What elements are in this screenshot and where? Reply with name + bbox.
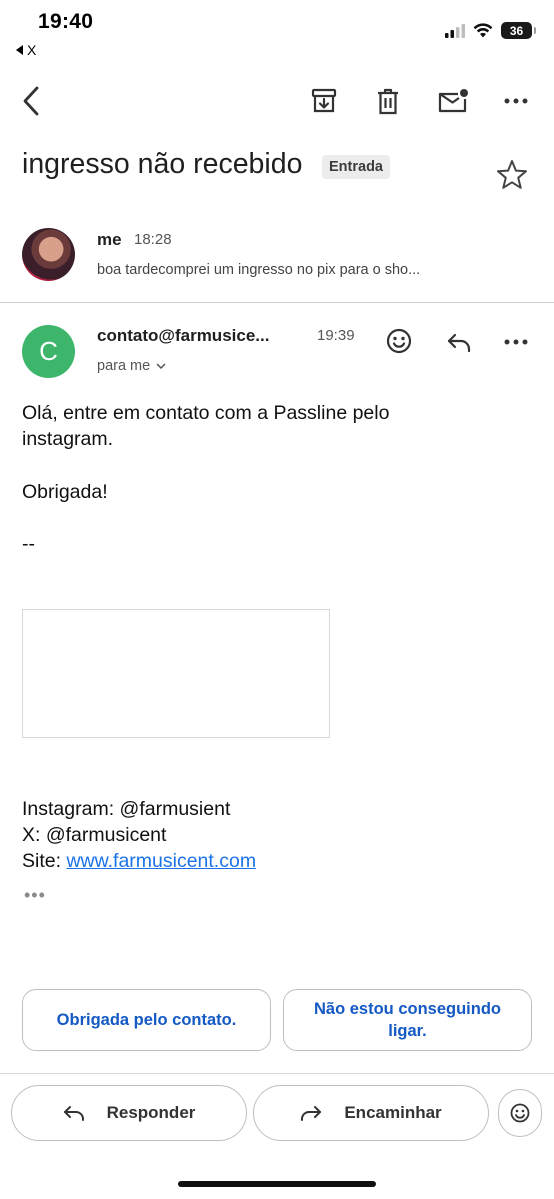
smart-reply-chip[interactable]: Obrigada pelo contato. [22,989,271,1051]
mark-unread-icon [438,89,468,113]
signature-image-placeholder [22,609,330,738]
chevron-down-icon [156,363,166,369]
wifi-icon [473,23,493,38]
recipient-label: para me [97,358,151,374]
sender-name: me [97,230,122,249]
reply-icon [447,333,471,352]
star-button[interactable] [494,156,530,192]
smiley-icon [386,328,412,354]
message-divider [0,302,554,303]
mark-unread-button[interactable] [434,84,472,118]
delete-button[interactable] [370,84,406,118]
back-button[interactable] [14,84,48,118]
archive-button[interactable] [306,84,342,118]
reply-action-button[interactable]: Responder [11,1085,247,1141]
reply-icon [63,1106,84,1121]
smart-reply-label-line: Não estou conseguindo [313,1000,501,1018]
avatar [22,228,75,281]
email-subject: ingresso não recebido [22,148,303,180]
status-time: 19:40 [38,10,94,33]
battery-level: 36 [509,23,524,38]
back-arrow-icon [23,86,39,116]
bottom-bar-divider [0,1073,554,1074]
forward-icon [301,1106,322,1121]
message-more-button[interactable] [500,327,532,357]
back-triangle-icon [16,45,23,55]
delete-icon [378,88,398,114]
star-icon [497,159,527,189]
smiley-icon [510,1103,530,1123]
archive-icon [311,88,337,113]
site-link[interactable]: www.farmusicent.com [66,850,256,872]
body-line: Olá, entre em contato com a Passline pel… [22,402,390,424]
sender-avatar: C [22,325,75,378]
body-line: instagram. [22,428,114,450]
message-snippet: boa tardecomprei um ingresso no pix para… [97,262,421,278]
inbox-label-chip[interactable]: Entrada [322,155,390,179]
recipient-details-toggle[interactable]: para me [97,358,166,374]
reply-button[interactable] [442,327,476,357]
back-to-app-link[interactable]: X [16,42,36,58]
more-horizontal-icon [504,98,528,104]
more-options-button[interactable] [500,86,532,116]
sender-email: contato@farmusice... [97,326,270,345]
signature-site: Site: www.farmusicent.com [22,848,256,874]
emoji-reaction-button[interactable] [383,325,415,357]
forward-action-label: Encaminhar [344,1103,442,1122]
site-prefix: Site: [22,850,67,872]
message-time: 18:28 [134,231,172,248]
smart-reply-label-line: ligar. [388,1022,427,1040]
emoji-reaction-bottom-button[interactable] [498,1089,542,1137]
signature-x: X: @farmusicent [22,824,167,846]
smart-reply-label: Obrigada pelo contato. [56,1011,237,1029]
home-indicator[interactable] [178,1181,376,1187]
status-indicators: 36 [445,22,536,39]
forward-action-button[interactable]: Encaminhar [253,1085,489,1141]
battery-icon: 36 [501,22,536,39]
smart-reply-chip[interactable]: Não estou conseguindo ligar. [283,989,532,1051]
signature-instagram: Instagram: @farmusient [22,798,231,820]
body-line: Obrigada! [22,481,108,503]
body-line: -- [22,533,35,555]
cellular-signal-icon [445,23,465,38]
more-horizontal-icon [504,339,528,345]
show-trimmed-content-button[interactable]: ••• [24,885,46,906]
back-app-label: X [27,42,37,58]
message-time: 19:39 [317,327,355,344]
reply-action-label: Responder [106,1103,196,1122]
